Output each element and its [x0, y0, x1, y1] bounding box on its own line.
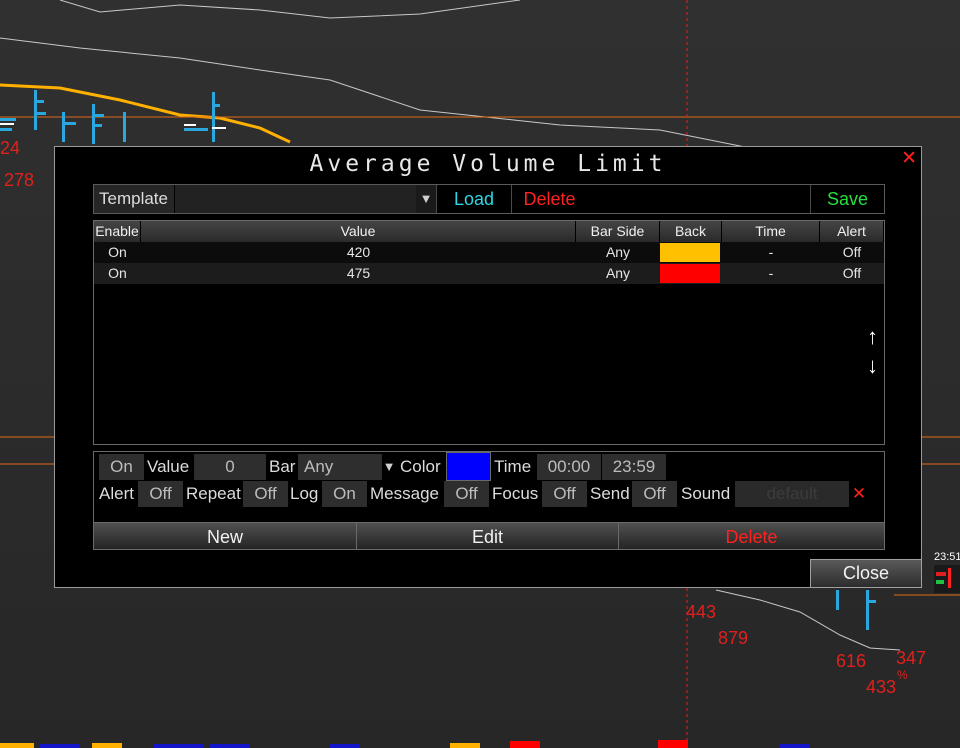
close-icon[interactable]: ✕ — [901, 149, 917, 168]
chart-label: 24 — [0, 138, 21, 158]
table-row[interactable]: On 475 Any - Off — [94, 263, 884, 284]
cell-alert: Off — [842, 244, 862, 260]
cell-value: 420 — [346, 244, 371, 260]
save-template-button[interactable]: Save — [810, 185, 884, 213]
column-header-enable[interactable]: Enable — [94, 221, 141, 242]
chart-line-1 — [0, 37, 761, 151]
repeat-toggle[interactable]: Off — [243, 481, 288, 507]
time-start-input[interactable]: 00:00 — [537, 454, 601, 480]
chart-label: 616 — [836, 651, 867, 671]
chart-line-2 — [59, 0, 521, 19]
rule-action-bar: New Edit Delete — [93, 522, 885, 550]
load-template-button[interactable]: Load — [436, 185, 511, 213]
cell-alert: Off — [842, 265, 862, 281]
cell-back-color-swatch — [660, 243, 720, 262]
edit-rule-button[interactable]: Edit — [356, 522, 619, 550]
trading-chart-workspace: 24 278 443 879 616 347 433 % 23:51 Avera… — [0, 0, 960, 748]
sound-label: Sound — [681, 484, 731, 503]
right-price-markers — [934, 565, 960, 593]
bottom-volume-bars-red — [510, 740, 688, 748]
color-picker[interactable] — [446, 452, 491, 481]
cell-bar-side: Any — [605, 265, 631, 281]
column-header-alert[interactable]: Alert — [820, 221, 884, 242]
chart-label: 347 — [896, 648, 927, 668]
send-toggle[interactable]: Off — [632, 481, 677, 507]
bar-side-select[interactable]: Any — [298, 454, 382, 480]
cell-back-color-swatch — [660, 264, 720, 283]
bottom-volume-bars-blue — [40, 744, 810, 748]
cell-value: 475 — [346, 265, 371, 281]
cell-bar-side: Any — [605, 244, 631, 260]
message-toggle[interactable]: Off — [444, 481, 489, 507]
cell-time: - — [768, 244, 774, 260]
new-rule-button[interactable]: New — [93, 522, 357, 550]
cell-enable: On — [108, 265, 127, 281]
chart-label: % — [897, 668, 908, 682]
move-up-icon[interactable]: ↑ — [867, 326, 878, 348]
chart-label: 443 — [686, 602, 717, 622]
bar-label: Bar — [269, 457, 296, 476]
template-label: Template — [94, 185, 174, 213]
time-end-input[interactable]: 23:59 — [602, 454, 666, 480]
chart-label: 433 — [866, 677, 897, 697]
column-header-value[interactable]: Value — [141, 221, 576, 242]
message-label: Message — [370, 484, 439, 503]
chart-label: 278 — [4, 170, 35, 190]
time-label: Time — [494, 457, 532, 476]
log-toggle[interactable]: On — [322, 481, 367, 507]
focus-toggle[interactable]: Off — [542, 481, 587, 507]
dialog-title: Average Volume Limit — [309, 151, 667, 177]
column-header-bar-side[interactable]: Bar Side — [576, 221, 660, 242]
clear-sound-icon[interactable]: ✕ — [850, 481, 868, 507]
delete-rule-button[interactable]: Delete — [618, 522, 885, 550]
cell-time: - — [768, 265, 774, 281]
focus-label: Focus — [492, 484, 539, 503]
value-input[interactable]: 0 — [194, 454, 266, 480]
value-label: Value — [147, 457, 190, 476]
table-header: Enable Value Bar Side Back Time Alert — [94, 221, 884, 242]
column-header-back[interactable]: Back — [660, 221, 722, 242]
chart-time-label: 23:51 — [934, 551, 960, 563]
color-label: Color — [400, 457, 441, 476]
alert-label: Alert — [99, 484, 134, 503]
delete-template-button[interactable]: Delete — [511, 185, 587, 213]
repeat-label: Repeat — [186, 484, 241, 503]
send-label: Send — [590, 484, 630, 503]
close-button[interactable]: Close — [810, 559, 922, 588]
average-volume-limit-dialog: Average Volume Limit ✕ Template ▼ Load D… — [54, 146, 922, 588]
template-toolbar: Template ▼ Load Delete Save — [93, 184, 885, 214]
log-label: Log — [290, 484, 319, 503]
table-row[interactable]: On 420 Any - Off — [94, 242, 884, 263]
enable-toggle[interactable]: On — [99, 454, 144, 480]
sound-input[interactable]: default — [735, 481, 849, 507]
cell-enable: On — [108, 244, 127, 260]
template-dropdown[interactable] — [174, 185, 436, 213]
volume-profile-bars-right — [836, 590, 876, 630]
move-down-icon[interactable]: ↓ — [867, 355, 878, 377]
chevron-down-icon[interactable]: ▼ — [380, 454, 398, 480]
alert-toggle[interactable]: Off — [138, 481, 183, 507]
column-header-time[interactable]: Time — [722, 221, 820, 242]
alert-rules-table: Enable Value Bar Side Back Time Alert On… — [93, 220, 885, 445]
chevron-down-icon[interactable]: ▼ — [416, 185, 436, 213]
chart-label: 879 — [718, 628, 749, 648]
